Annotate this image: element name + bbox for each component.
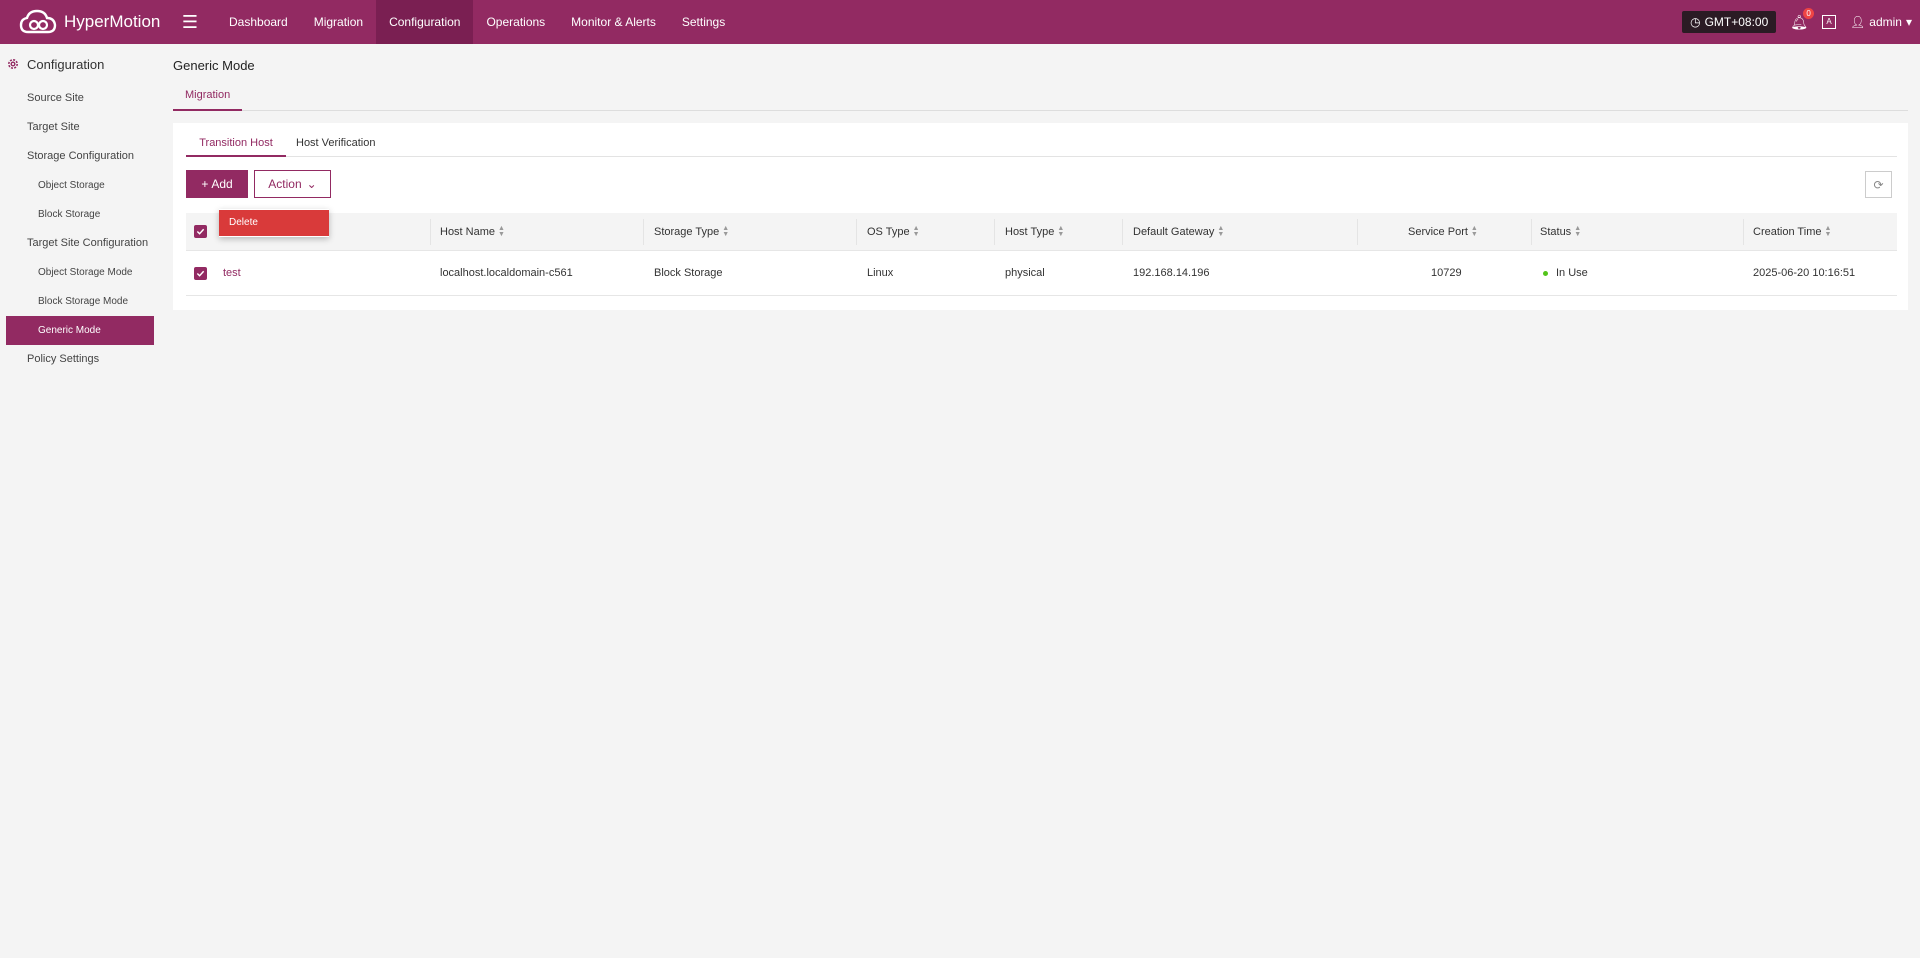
nav-monitor-alerts[interactable]: Monitor & Alerts — [558, 0, 669, 44]
col-host-name[interactable]: Host Name ▲ ▼ — [440, 213, 505, 250]
clock-icon: ◷ — [1690, 15, 1701, 29]
brand-name: HyperMotion — [64, 12, 161, 31]
nav-operations[interactable]: Operations — [473, 0, 558, 44]
sidebar-item-storage-configuration[interactable]: Storage Configuration — [0, 142, 160, 171]
sidebar-item-policy-settings[interactable]: Policy Settings — [0, 345, 160, 374]
sort-icon: ▲ ▼ — [1824, 224, 1832, 238]
col-os-type-label: OS Type — [867, 225, 910, 238]
status-dot-icon — [1543, 270, 1548, 276]
sort-icon: ▲ ▼ — [1217, 224, 1225, 238]
sidebar: Configuration Source Site Target Site St… — [0, 44, 160, 374]
action-button[interactable]: Action ⌄ — [254, 170, 331, 198]
user-name: admin — [1869, 15, 1902, 29]
cell-default-gateway: 192.168.14.196 — [1133, 267, 1210, 279]
action-button-label: Action — [268, 177, 302, 191]
sidebar-item-target-site-configuration[interactable]: Target Site Configuration — [0, 229, 160, 258]
action-dropdown-menu: Delete — [219, 209, 329, 237]
sort-icon: ▲ ▼ — [1574, 224, 1582, 238]
col-service-port-label: Service Port — [1408, 225, 1468, 238]
brand-logo[interactable]: HyperMotion — [0, 6, 172, 38]
sort-icon: ▲ ▼ — [912, 224, 920, 238]
row-checkbox[interactable] — [194, 251, 207, 295]
tab-migration[interactable]: Migration — [173, 86, 243, 111]
chevron-down-icon: ⌄ — [306, 177, 317, 191]
timezone-label: GMT+08:00 — [1704, 15, 1769, 29]
sidebar-item-target-site[interactable]: Target Site — [0, 113, 160, 142]
subtabs: Transition Host Host Verification — [186, 131, 1897, 157]
col-host-name-label: Host Name — [440, 225, 496, 238]
sidebar-item-block-storage-mode[interactable]: Block Storage Mode — [0, 287, 160, 316]
cell-creation-time: 2025-06-20 10:16:51 — [1753, 267, 1856, 279]
col-os-type[interactable]: OS Type ▲ ▼ — [867, 213, 920, 250]
nav-dashboard[interactable]: Dashboard — [216, 0, 301, 44]
check-icon — [196, 270, 205, 277]
menu-item-delete[interactable]: Delete — [219, 210, 329, 236]
cell-os-type: Linux — [867, 267, 894, 279]
sidebar-item-generic-mode[interactable]: Generic Mode — [6, 316, 154, 345]
sort-icon: ▲ ▼ — [722, 224, 730, 238]
col-host-type-label: Host Type — [1005, 225, 1055, 238]
page-tabs: Migration — [173, 86, 1908, 111]
table-row[interactable]: test localhost.localdomain-c561 Block St… — [186, 251, 1897, 296]
col-storage-type-label: Storage Type — [654, 225, 720, 238]
cell-host-name: localhost.localdomain-c561 — [440, 267, 573, 279]
col-default-gateway-label: Default Gateway — [1133, 225, 1215, 238]
user-menu[interactable]: 👤︎ admin ▾ — [1850, 15, 1912, 29]
col-status[interactable]: Status ▲ ▼ — [1540, 213, 1581, 250]
plus-icon: + — [201, 177, 209, 191]
col-creation-time[interactable]: Creation Time ▲ ▼ — [1753, 213, 1831, 250]
row-name-link[interactable]: test — [223, 251, 241, 295]
nav-migration[interactable]: Migration — [301, 0, 376, 44]
refresh-icon: ⟳ — [1873, 177, 1884, 192]
menu-toggle-icon[interactable]: ☰ — [176, 12, 204, 33]
check-icon — [196, 228, 205, 235]
sidebar-header[interactable]: Configuration — [0, 44, 160, 84]
top-navbar: HyperMotion ☰ Dashboard Migration Config… — [0, 0, 1920, 44]
content-card: Transition Host Host Verification + Add … — [173, 123, 1908, 310]
col-default-gateway[interactable]: Default Gateway ▲ ▼ — [1133, 213, 1224, 250]
add-button-label: Add — [211, 177, 233, 191]
sidebar-item-object-storage-mode[interactable]: Object Storage Mode — [0, 258, 160, 287]
gear-icon — [8, 59, 18, 69]
sidebar-title: Configuration — [27, 56, 105, 72]
notification-bell-icon[interactable]: 🔔︎ 0 — [1790, 7, 1815, 31]
refresh-button[interactable]: ⟳ — [1865, 171, 1892, 198]
language-icon[interactable]: A — [1822, 15, 1837, 29]
table-header: Host Name ▲ ▼ Storage Type ▲ ▼ OS Type ▲ ▼ Hos… — [186, 213, 1897, 251]
tab-host-verification[interactable]: Host Verification — [296, 131, 375, 157]
sort-icon: ▲ ▼ — [498, 224, 505, 238]
select-all-checkbox[interactable] — [194, 213, 207, 250]
tab-transition-host[interactable]: Transition Host — [186, 131, 286, 157]
sidebar-item-source-site[interactable]: Source Site — [0, 84, 160, 113]
col-status-label: Status — [1540, 225, 1572, 238]
user-icon: 👤︎ — [1850, 15, 1866, 29]
hosts-table: Host Name ▲ ▼ Storage Type ▲ ▼ OS Type ▲ ▼ Hos… — [186, 213, 1897, 296]
cell-host-type: physical — [1005, 267, 1045, 279]
main-nav: Dashboard Migration Configuration Operat… — [216, 0, 738, 44]
sidebar-item-block-storage[interactable]: Block Storage — [0, 200, 160, 229]
nav-configuration[interactable]: Configuration — [376, 0, 474, 44]
cell-storage-type: Block Storage — [654, 267, 723, 279]
timezone-badge[interactable]: ◷ GMT+08:00 — [1682, 11, 1777, 33]
col-storage-type[interactable]: Storage Type ▲ ▼ — [654, 213, 729, 250]
cloud-logo-icon — [19, 9, 57, 34]
sort-icon: ▲ ▼ — [1057, 224, 1065, 238]
cell-service-port: 10729 — [1431, 267, 1462, 279]
status-text: In Use — [1556, 267, 1588, 279]
col-host-type[interactable]: Host Type ▲ ▼ — [1005, 213, 1064, 250]
add-button[interactable]: + Add — [186, 170, 248, 198]
sidebar-item-object-storage[interactable]: Object Storage — [0, 171, 160, 200]
nav-settings[interactable]: Settings — [669, 0, 738, 44]
page-title: Generic Mode — [173, 58, 255, 73]
sort-icon: ▲ ▼ — [1470, 224, 1478, 238]
cell-status: In Use — [1543, 251, 1588, 295]
caret-down-icon: ▾ — [1905, 15, 1912, 29]
col-service-port[interactable]: Service Port ▲ ▼ — [1408, 213, 1478, 250]
col-creation-time-label: Creation Time — [1753, 225, 1822, 238]
notification-count: 0 — [1803, 7, 1815, 19]
